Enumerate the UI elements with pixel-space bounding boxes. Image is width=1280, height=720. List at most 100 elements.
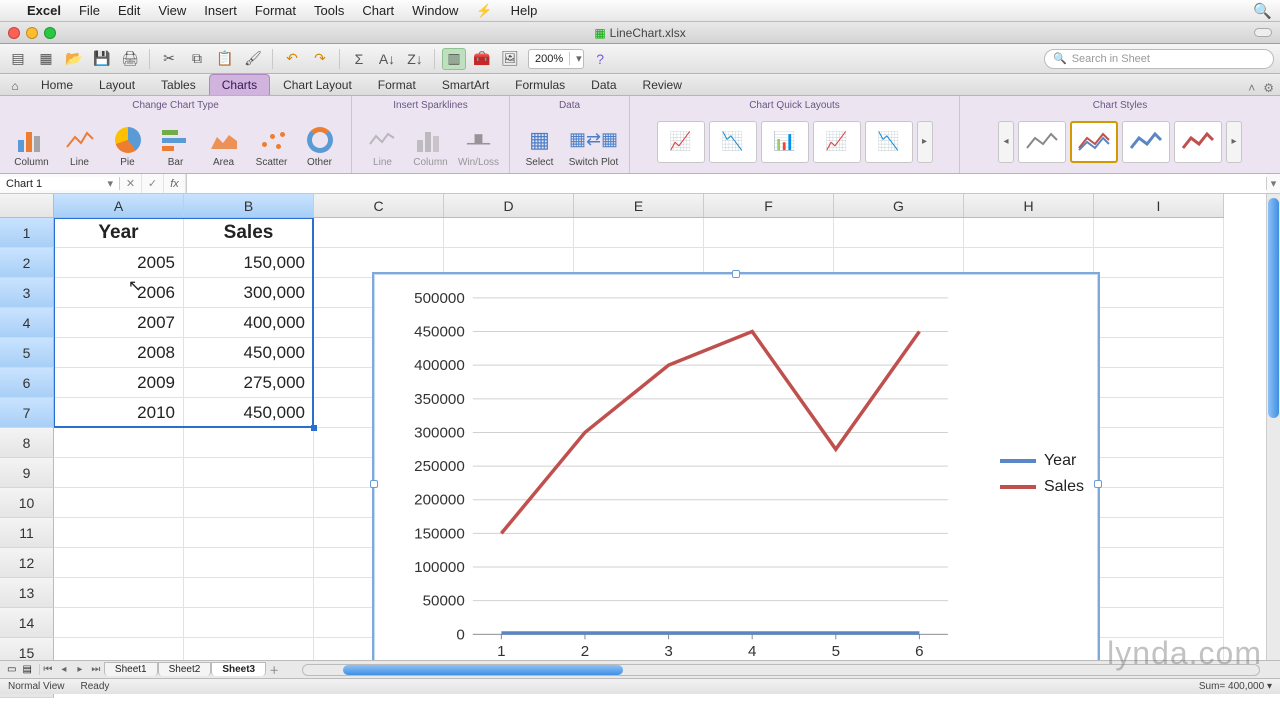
cell-I11[interactable] [1094, 518, 1224, 548]
cell-C1[interactable] [314, 218, 444, 248]
cell-B15[interactable] [184, 638, 314, 660]
menu-edit[interactable]: Edit [109, 3, 149, 18]
vertical-scrollbar[interactable] [1266, 194, 1280, 660]
chart-handle-w[interactable] [370, 480, 378, 488]
view-normal-icon[interactable]: ▭ [4, 664, 19, 675]
cell-I1[interactable] [1094, 218, 1224, 248]
chart-legend[interactable]: Year Sales [1000, 444, 1084, 504]
quick-layout-5[interactable]: 📉 [865, 121, 913, 163]
sheet-tab-3[interactable]: Sheet3 [211, 662, 266, 676]
cell-I4[interactable] [1094, 308, 1224, 338]
chart-style-4[interactable] [1174, 121, 1222, 163]
data-switch-plot[interactable]: ▦⇄▦Switch Plot [566, 113, 622, 171]
cell-I12[interactable] [1094, 548, 1224, 578]
new-workbook-button[interactable]: ▤ [6, 48, 30, 70]
cell-B9[interactable] [184, 458, 314, 488]
row-header-10[interactable]: 10 [0, 488, 54, 518]
sheet-tab-1[interactable]: Sheet1 [104, 662, 158, 676]
cell-H1[interactable] [964, 218, 1094, 248]
tab-review[interactable]: Review [630, 74, 695, 95]
quick-layout-more[interactable]: ▸ [917, 121, 933, 163]
cell-E1[interactable] [574, 218, 704, 248]
cell-A1[interactable]: Year [54, 218, 184, 248]
cell-A4[interactable]: 2007 [54, 308, 184, 338]
window-toolbar-toggle[interactable] [1254, 28, 1272, 37]
quick-layout-2[interactable]: 📉 [709, 121, 757, 163]
cell-B10[interactable] [184, 488, 314, 518]
cell-I3[interactable] [1094, 278, 1224, 308]
row-header-4[interactable]: 4 [0, 308, 54, 338]
spotlight-icon[interactable]: 🔍 [1253, 2, 1272, 20]
chart-type-area[interactable]: Area [202, 113, 246, 171]
menu-app[interactable]: Excel [18, 3, 70, 18]
row-header-13[interactable]: 13 [0, 578, 54, 608]
cell-A11[interactable] [54, 518, 184, 548]
cell-F1[interactable] [704, 218, 834, 248]
cell-B7[interactable]: 450,000 [184, 398, 314, 428]
cell-A8[interactable] [54, 428, 184, 458]
redo-button[interactable]: ↷ [308, 48, 332, 70]
row-header-5[interactable]: 5 [0, 338, 54, 368]
tab-format[interactable]: Format [365, 74, 429, 95]
cell-B8[interactable] [184, 428, 314, 458]
cell-A10[interactable] [54, 488, 184, 518]
column-header-A[interactable]: A [54, 194, 184, 217]
quick-layout-4[interactable]: 📈 [813, 121, 861, 163]
cell-B4[interactable]: 400,000 [184, 308, 314, 338]
format-painter-button[interactable]: 🖌 [241, 48, 265, 70]
selection-fill-handle[interactable] [311, 425, 317, 431]
cell-B12[interactable] [184, 548, 314, 578]
print-button[interactable]: 🖨 [118, 48, 142, 70]
cell-I7[interactable] [1094, 398, 1224, 428]
new-from-template-button[interactable]: ▦ [34, 48, 58, 70]
sheet-add-button[interactable]: ＋ [266, 662, 282, 677]
menu-insert[interactable]: Insert [195, 3, 246, 18]
row-header-6[interactable]: 6 [0, 368, 54, 398]
ribbon-settings-icon[interactable]: ⚙ [1263, 81, 1274, 95]
chart-style-3[interactable] [1122, 121, 1170, 163]
cell-B5[interactable]: 450,000 [184, 338, 314, 368]
name-box[interactable]: Chart 1▾ [0, 177, 120, 190]
cell-B11[interactable] [184, 518, 314, 548]
gallery-button[interactable]: ▥ [442, 48, 466, 70]
cell-A12[interactable] [54, 548, 184, 578]
cell-A2[interactable]: 2005 [54, 248, 184, 278]
sparkline-line[interactable]: Line [361, 113, 405, 171]
cell-B1[interactable]: Sales [184, 218, 314, 248]
cut-button[interactable]: ✂ [157, 48, 181, 70]
tab-tables[interactable]: Tables [148, 74, 209, 95]
cell-I6[interactable] [1094, 368, 1224, 398]
column-header-E[interactable]: E [574, 194, 704, 217]
data-select[interactable]: ▦Select [518, 113, 562, 171]
chart-style-2[interactable] [1070, 121, 1118, 163]
zoom-control[interactable]: 200%▾ [528, 49, 584, 69]
copy-button[interactable]: ⧉ [185, 48, 209, 70]
tab-layout[interactable]: Layout [86, 74, 148, 95]
row-header-9[interactable]: 9 [0, 458, 54, 488]
toolbox-button[interactable]: 🧰 [470, 48, 494, 70]
sheet-tab-2[interactable]: Sheet2 [158, 662, 212, 676]
cell-A9[interactable] [54, 458, 184, 488]
tab-home[interactable]: Home [28, 74, 86, 95]
cell-I10[interactable] [1094, 488, 1224, 518]
menu-tools[interactable]: Tools [305, 3, 353, 18]
sheet-nav-prev[interactable]: ◂ [56, 664, 72, 675]
cell-A7[interactable]: 2010 [54, 398, 184, 428]
cell-A6[interactable]: 2009 [54, 368, 184, 398]
column-header-H[interactable]: H [964, 194, 1094, 217]
chart-type-bar[interactable]: Bar [154, 113, 198, 171]
quick-layout-3[interactable]: 📊 [761, 121, 809, 163]
row-header-3[interactable]: 3 [0, 278, 54, 308]
formula-expand[interactable]: ▾ [1266, 177, 1280, 190]
tab-formulas[interactable]: Formulas [502, 74, 578, 95]
tab-charts[interactable]: Charts [209, 74, 270, 95]
sheet-nav-next[interactable]: ▸ [72, 664, 88, 675]
fx-button[interactable]: fx [164, 174, 186, 193]
row-header-7[interactable]: 7 [0, 398, 54, 428]
chart-plot-area[interactable]: 0500001000001500002000002500003000003500… [392, 288, 958, 660]
cell-I5[interactable] [1094, 338, 1224, 368]
chart-type-pie[interactable]: Pie [106, 113, 150, 171]
cell-I9[interactable] [1094, 458, 1224, 488]
paste-button[interactable]: 📋 [213, 48, 237, 70]
sort-asc-button[interactable]: A↓ [375, 48, 399, 70]
